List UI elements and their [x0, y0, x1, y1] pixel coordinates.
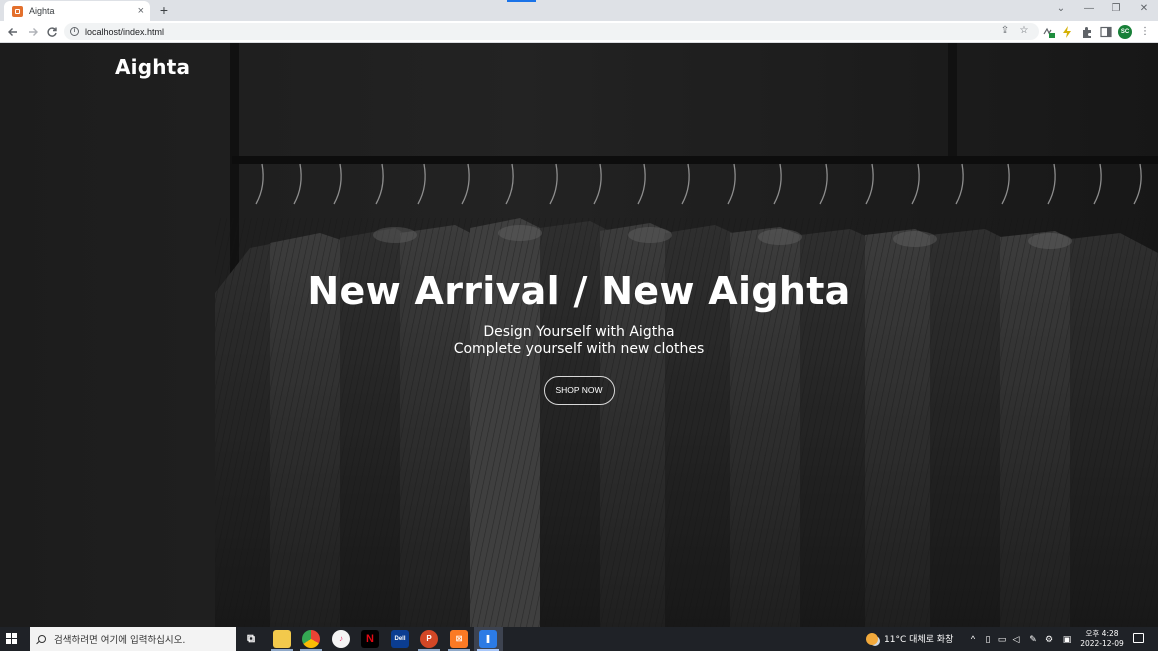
hero-subtitle-line-2: Complete yourself with new clothes: [453, 341, 705, 357]
new-tab-button[interactable]: +: [156, 2, 172, 18]
browser-toolbar: i localhost/index.html ⇪ ☆ SC ⋮: [0, 21, 1158, 43]
tab-search-icon[interactable]: ⌄: [1052, 2, 1070, 16]
taskbar-search-box[interactable]: 검색하려면 여기에 입력하십시오.: [30, 627, 236, 651]
chrome-icon[interactable]: [302, 630, 320, 648]
clock-time: 오후 4:28: [1085, 629, 1119, 638]
hero-subtitle-line-1: Design Yourself with Aigtha: [483, 324, 675, 340]
tab-close-icon[interactable]: ×: [138, 5, 144, 17]
hero-subtitle: Design Yourself with Aigtha Complete you…: [0, 324, 1158, 358]
side-panel-icon[interactable]: [1099, 25, 1113, 39]
restore-button[interactable]: ❐: [1107, 2, 1125, 16]
back-button[interactable]: [5, 24, 21, 40]
minimize-button[interactable]: —: [1080, 2, 1098, 16]
network-icon[interactable]: ▭: [996, 633, 1008, 645]
forward-arrow-icon: [29, 28, 38, 36]
tab-strip-accent: [507, 0, 536, 2]
site-logo[interactable]: Aighta: [115, 55, 190, 79]
screen: Aighta × + ⌄ — ❐ ✕ i localhost/index.htm…: [0, 0, 1158, 651]
tab-title: Aighta: [29, 6, 55, 16]
input-method-icon[interactable]: ▣: [1061, 633, 1073, 645]
windows-start-icon[interactable]: [6, 633, 18, 645]
shop-now-button[interactable]: SHOP NOW: [543, 376, 615, 405]
weather-widget[interactable]: 11°C 대체로 화창: [866, 632, 953, 645]
tab-strip: Aighta × + ⌄ — ❐ ✕: [0, 0, 1158, 21]
profile-avatar[interactable]: SC: [1118, 25, 1132, 39]
back-arrow-icon: [8, 28, 17, 36]
volume-icon[interactable]: ◁: [1010, 633, 1022, 645]
web-page: Aighta New Arrival / New Aighta Design Y…: [0, 43, 1158, 627]
notification-center-icon[interactable]: [1133, 633, 1144, 643]
tray-overflow-chevron-icon[interactable]: ^: [967, 633, 979, 645]
windows-taskbar: 검색하려면 여기에 입력하십시오. ⧉ ♪ N Dell P ⊠ ❚ 11°C …: [0, 627, 1158, 651]
extension-lightning-icon[interactable]: [1060, 25, 1074, 39]
weather-text: 11°C 대체로 화창: [884, 635, 954, 645]
itunes-icon[interactable]: ♪: [332, 630, 350, 648]
forward-button[interactable]: [25, 24, 41, 40]
taskbar-search-placeholder: 검색하려면 여기에 입력하십시오.: [54, 635, 186, 646]
address-url: localhost/index.html: [85, 26, 165, 37]
settings-gear-icon[interactable]: ⚙: [1043, 633, 1055, 645]
extension-green-icon[interactable]: [1042, 25, 1056, 39]
pen-icon[interactable]: ✎: [1027, 633, 1039, 645]
share-icon[interactable]: ⇪: [998, 24, 1012, 38]
file-explorer-icon[interactable]: [273, 630, 291, 648]
site-info-icon[interactable]: i: [70, 27, 79, 36]
active-app-icon[interactable]: ❚: [479, 630, 497, 648]
hero-title: New Arrival / New Aighta: [307, 269, 851, 313]
bookmark-star-icon[interactable]: ☆: [1017, 24, 1031, 38]
site-favicon-icon: [12, 5, 23, 17]
netflix-icon[interactable]: N: [361, 630, 379, 648]
reload-button[interactable]: [44, 24, 60, 40]
dell-app-icon[interactable]: Dell: [391, 630, 409, 648]
tray-app-icon[interactable]: ▯: [982, 633, 994, 645]
partly-sunny-icon: [866, 632, 878, 645]
clock-date: 2022-12-09: [1080, 639, 1124, 648]
system-clock[interactable]: 오후 4:28 2022-12-09: [1076, 629, 1128, 649]
search-icon: [38, 635, 46, 643]
reload-icon: [47, 27, 57, 37]
hero-section: New Arrival / New Aighta Design Yourself…: [0, 267, 1158, 405]
chrome-menu-icon[interactable]: ⋮: [1138, 25, 1152, 39]
close-window-button[interactable]: ✕: [1135, 2, 1153, 16]
xampp-icon[interactable]: ⊠: [450, 630, 468, 648]
browser-tab[interactable]: Aighta ×: [4, 1, 150, 21]
task-view-icon[interactable]: ⧉: [242, 630, 260, 648]
extensions-puzzle-icon[interactable]: [1080, 25, 1094, 39]
address-bar[interactable]: i localhost/index.html ⇪ ☆: [64, 23, 1039, 40]
powerpoint-icon[interactable]: P: [420, 630, 438, 648]
